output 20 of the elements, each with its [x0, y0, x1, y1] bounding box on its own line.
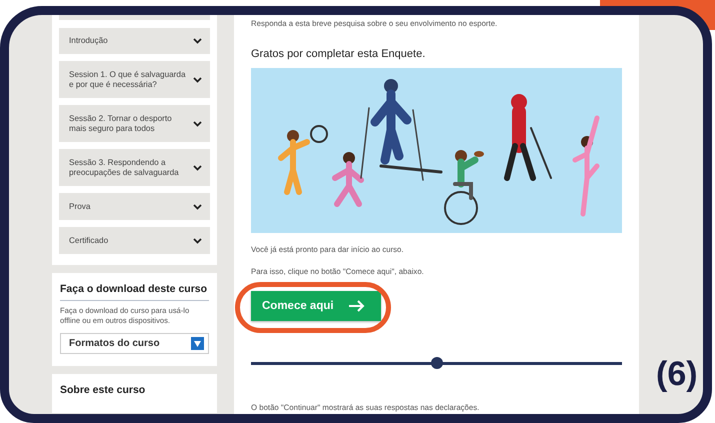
chevron-icon [193, 238, 202, 244]
sidebar-item[interactable]: Sessão 3. Respondendo a preocupações de salvaguarda [59, 149, 210, 186]
chevron-icon [193, 164, 202, 170]
chevron-icon [193, 204, 202, 210]
sidebar-item[interactable]: Prova [59, 193, 210, 220]
sidebar-item[interactable]: Certificado [59, 227, 210, 254]
chevron-icon [193, 76, 202, 82]
slider-thumb[interactable] [430, 357, 442, 369]
dropdown-icon [191, 337, 204, 350]
sidebar-item[interactable]: Sessão 2. Tornar o desporto mais seguro para todos [59, 105, 210, 142]
about-title: Sobre este curso [60, 384, 146, 398]
course-formats-select[interactable]: Formatos do curso [60, 333, 209, 354]
survey-heading: Gratos por completar esta Enquete. [251, 48, 426, 60]
sidebar-item[interactable]: Introdução [59, 28, 210, 54]
chevron-icon [193, 120, 202, 126]
step-number: (6) [656, 355, 698, 394]
sidebar-item[interactable]: Session 1. O que é salvaguarda e por que é necessária? [59, 61, 210, 98]
arrow-right-icon [348, 300, 365, 312]
download-title: Faça o download deste curso [60, 283, 209, 301]
chevron-icon [193, 38, 202, 44]
